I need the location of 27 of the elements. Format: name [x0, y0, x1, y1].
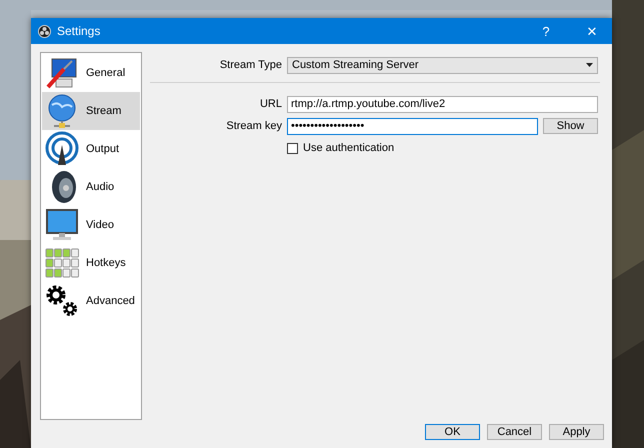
stream-type-dropdown[interactable]: Custom Streaming Server	[287, 56, 598, 74]
monitor-icon	[44, 207, 80, 243]
checkbox-label: Use authentication	[303, 142, 394, 154]
dialog-button[interactable]: OK	[425, 424, 480, 440]
sidebar-item[interactable]: General	[42, 54, 140, 92]
app-logo-icon	[38, 24, 51, 38]
help-button[interactable]: ?	[526, 18, 566, 44]
dropdown-arrow-icon	[586, 63, 593, 67]
sidebar-item[interactable]: Audio	[42, 168, 140, 206]
dialog-button[interactable]: Apply	[549, 424, 604, 440]
sidebar-item[interactable]: Hotkeys	[42, 244, 140, 282]
field-label: Stream Type	[218, 59, 282, 71]
sidebar-item[interactable]: Video	[42, 206, 140, 244]
stream-key-field[interactable]: •••••••••••••••••••	[287, 118, 538, 134]
sidebar-item[interactable]: Stream	[42, 92, 140, 130]
broadcast-antenna-icon	[44, 131, 80, 167]
gears-icon	[44, 283, 80, 319]
url-field[interactable]: rtmp://a.rtmp.youtube.com/live2	[287, 96, 598, 112]
field-label: URL	[258, 98, 282, 110]
checkbox[interactable]	[287, 142, 298, 154]
close-button[interactable]: ✕	[572, 18, 612, 44]
sidebar-item[interactable]: Output	[42, 130, 140, 168]
show-button[interactable]: Show	[543, 118, 598, 134]
dialog-button[interactable]: Cancel	[487, 424, 542, 440]
window-title: Settings	[57, 24, 102, 38]
field-label: Stream key	[225, 120, 282, 132]
sidebar-item[interactable]: Advanced	[42, 282, 140, 320]
